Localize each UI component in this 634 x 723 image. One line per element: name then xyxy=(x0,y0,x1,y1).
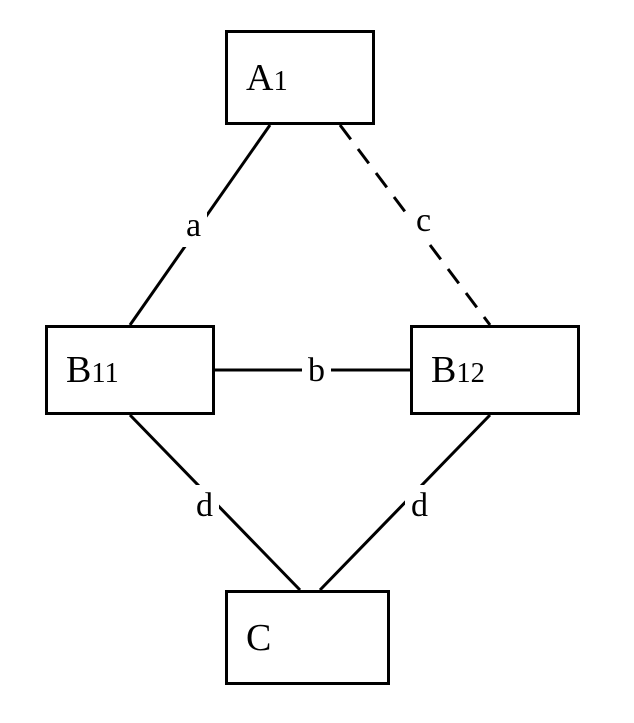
edge-label-d-right: d xyxy=(405,485,434,527)
node-b12-label: B12 xyxy=(431,348,485,392)
node-b12: B12 xyxy=(410,325,580,415)
edge-label-d-left: d xyxy=(190,485,219,527)
edge-label-b: b xyxy=(302,350,331,392)
edge-label-a: a xyxy=(180,205,207,247)
node-c: C xyxy=(225,590,390,685)
node-b11: B11 xyxy=(45,325,215,415)
node-b11-label: B11 xyxy=(66,348,119,392)
node-a1-label: A1 xyxy=(246,56,288,100)
node-c-label: C xyxy=(246,616,271,660)
node-a1: A1 xyxy=(225,30,375,125)
edge-label-c: c xyxy=(410,200,437,242)
